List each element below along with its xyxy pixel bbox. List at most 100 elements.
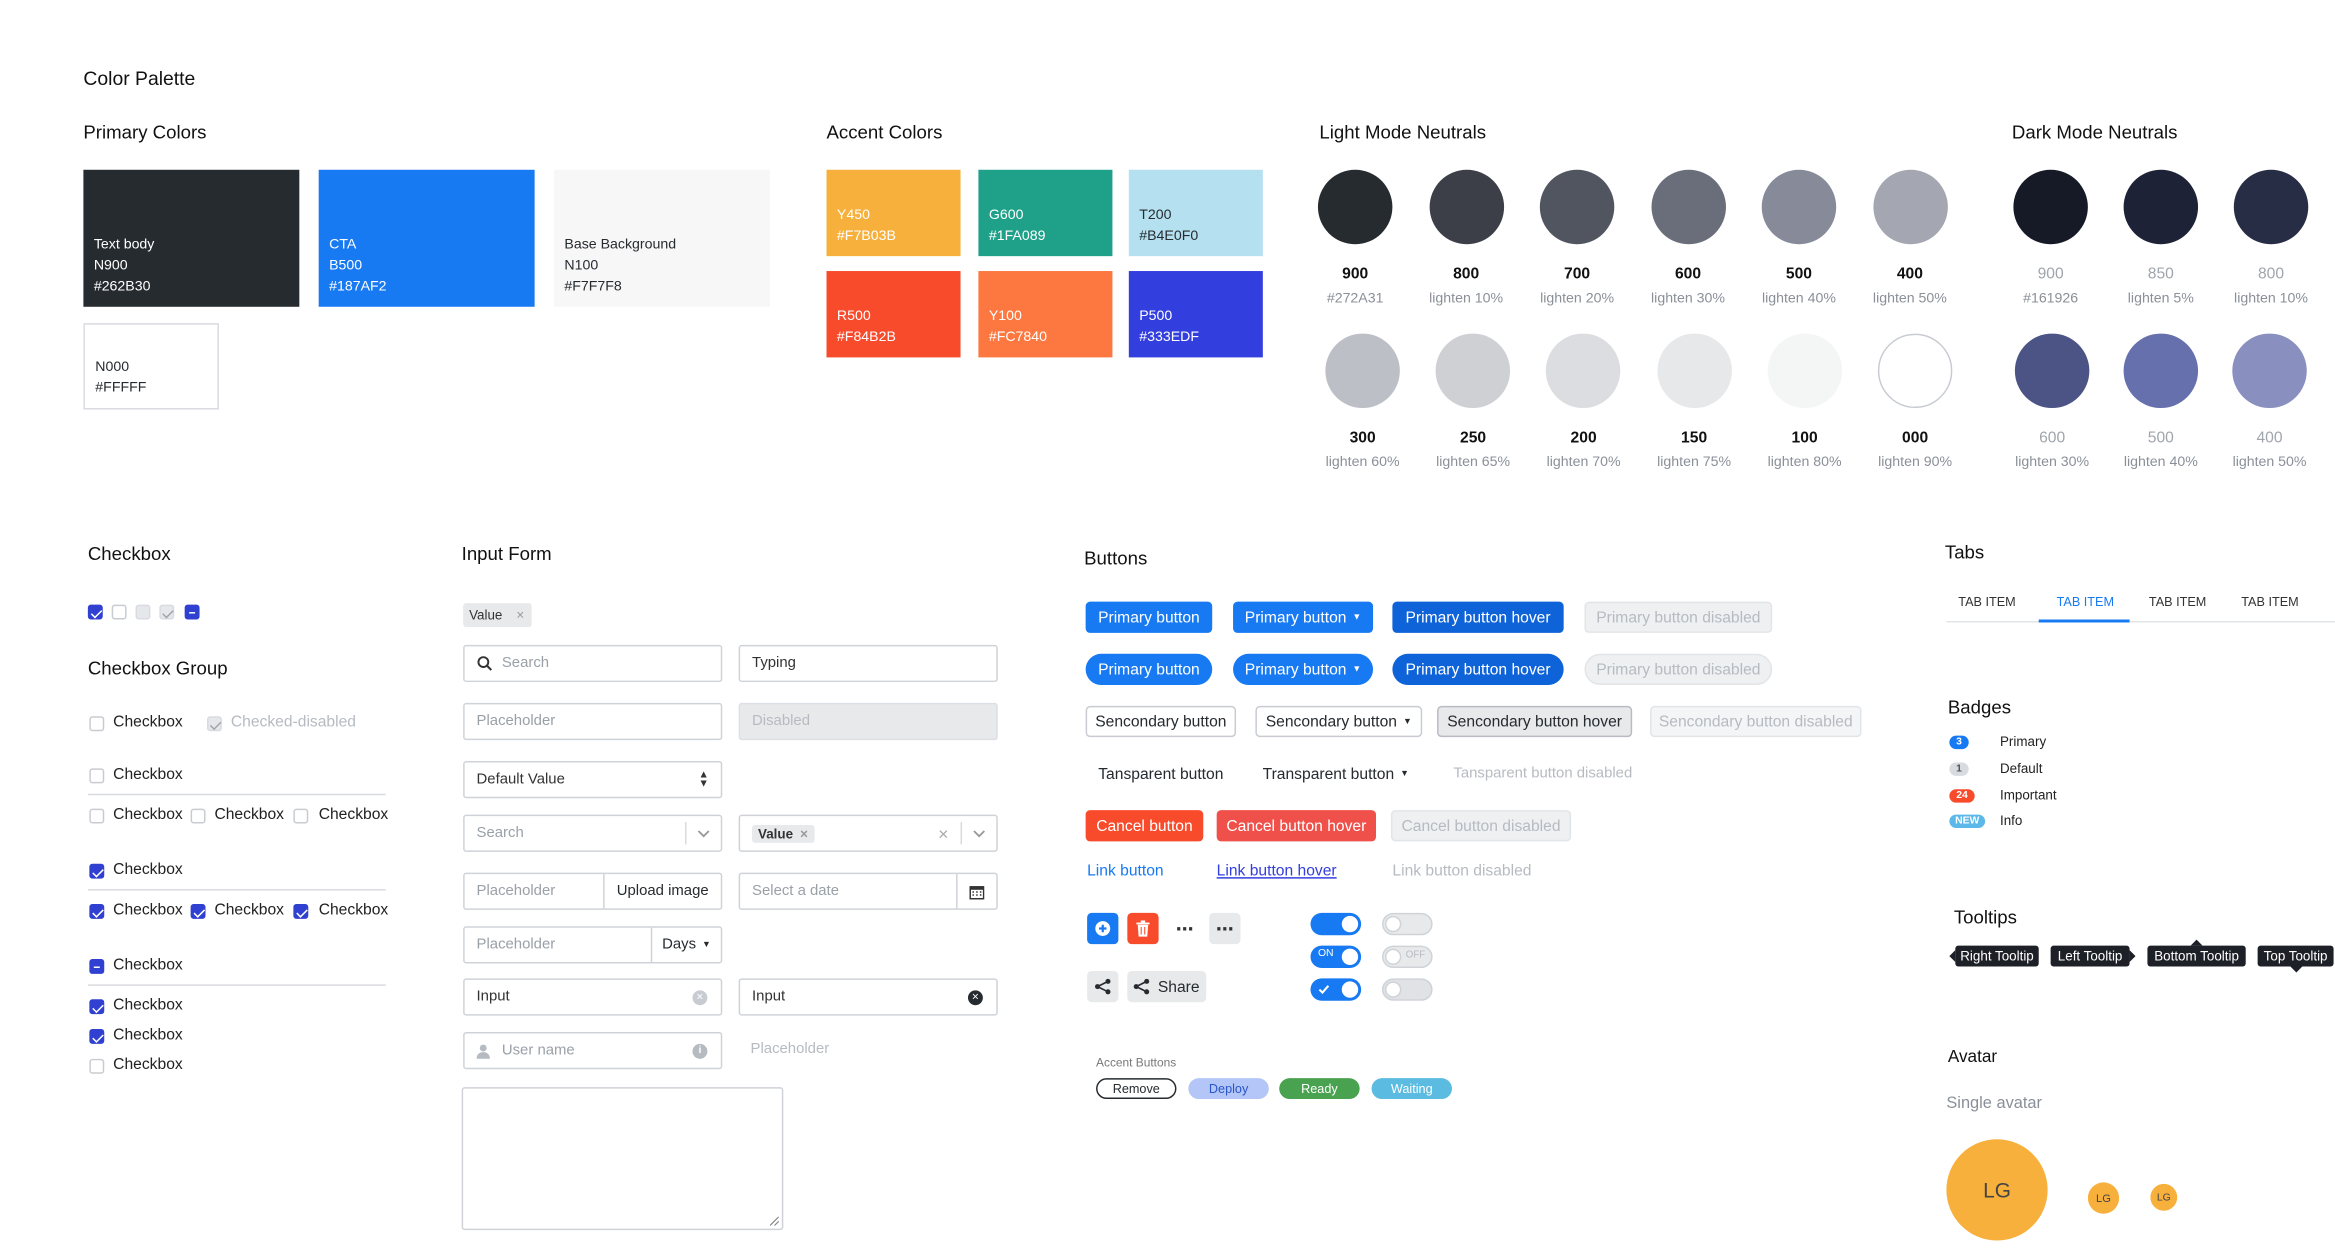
- light-neutral-shade-sub: lighten 90%: [1878, 454, 1953, 471]
- checkbox-indeterminate[interactable]: [184, 604, 200, 620]
- toggle-knob: [1341, 981, 1359, 998]
- toggle-on[interactable]: [1310, 912, 1362, 936]
- textarea[interactable]: [461, 1087, 784, 1231]
- secondary-button[interactable]: Sencondary button: [1085, 705, 1237, 738]
- checkbox[interactable]: [89, 1058, 105, 1074]
- chevron-down-icon[interactable]: [972, 829, 985, 838]
- checkbox-checked[interactable]: [87, 604, 103, 620]
- primary-button-hover[interactable]: Primary button hover: [1392, 601, 1564, 633]
- tooltip-text: Right Tooltip: [1960, 948, 2034, 964]
- divider: [87, 793, 386, 796]
- avatar-large[interactable]: LG: [1946, 1139, 2048, 1241]
- swatch-hex: #1FA089: [988, 227, 1046, 245]
- avatar-small[interactable]: LG: [2087, 1182, 2120, 1214]
- checkbox[interactable]: [190, 903, 206, 919]
- deploy-button[interactable]: Deploy: [1188, 1078, 1269, 1100]
- more-button[interactable]: ⋯: [1169, 913, 1200, 944]
- button-label: Primary button: [1244, 608, 1347, 627]
- info-icon[interactable]: i: [692, 1043, 708, 1059]
- input-clearable-active[interactable]: Input ×: [738, 978, 998, 1016]
- tab-item-4[interactable]: TAB ITEM: [2241, 594, 2298, 609]
- light-neutral-swatch-circle: [1317, 169, 1393, 245]
- secondary-button-hover[interactable]: Sencondary button hover: [1437, 705, 1633, 738]
- tab-item-1[interactable]: TAB ITEM: [1958, 594, 2015, 609]
- clear-icon[interactable]: ×: [938, 823, 948, 844]
- avatar-xsmall[interactable]: LG: [2150, 1183, 2178, 1211]
- username-input[interactable]: User name i: [463, 1032, 723, 1070]
- swatch-name: Base Background: [564, 236, 677, 254]
- checkbox[interactable]: [190, 808, 206, 824]
- dark-neutral-shade-sub: lighten 40%: [2123, 454, 2198, 471]
- primary-button[interactable]: Primary button: [1085, 601, 1213, 633]
- tab-item-3[interactable]: TAB ITEM: [2149, 594, 2206, 609]
- more-button-hover[interactable]: ⋯: [1209, 912, 1241, 945]
- clear-icon[interactable]: ×: [967, 989, 983, 1005]
- primary-dropdown-button[interactable]: Primary button ▼: [1233, 601, 1374, 633]
- checkbox[interactable]: [89, 716, 105, 732]
- checkbox-label: Checkbox: [113, 713, 183, 732]
- light-neutral-swatch-circle: [1761, 169, 1837, 245]
- tag: Value ×: [752, 824, 814, 843]
- checkbox[interactable]: [89, 768, 105, 784]
- chevron-down-icon[interactable]: [697, 829, 710, 838]
- checkbox[interactable]: [293, 903, 309, 919]
- toggle-on-check[interactable]: [1310, 978, 1362, 1001]
- primary-button-hover-round[interactable]: Primary button hover: [1392, 653, 1564, 686]
- ready-button[interactable]: Ready: [1279, 1078, 1360, 1100]
- dark-neutral-swatch-circle: [2014, 333, 2090, 409]
- waiting-button[interactable]: Waiting: [1371, 1078, 1452, 1100]
- link-button-hover[interactable]: Link button hover: [1217, 862, 1337, 880]
- secondary-dropdown-button[interactable]: Sencondary button ▼: [1255, 705, 1423, 738]
- multi-select[interactable]: Value × ×: [738, 814, 998, 852]
- toggle-off-labeled[interactable]: OFF: [1381, 945, 1433, 968]
- cancel-button[interactable]: Cancel button: [1085, 810, 1204, 842]
- resize-handle-icon[interactable]: [769, 1216, 779, 1226]
- close-icon[interactable]: ×: [800, 826, 808, 841]
- checkbox[interactable]: [89, 1029, 105, 1044]
- search-input[interactable]: Search: [463, 644, 723, 683]
- primary-button-round[interactable]: Primary button: [1085, 653, 1213, 686]
- tab-item-2-active[interactable]: TAB ITEM: [2057, 594, 2114, 609]
- clear-icon[interactable]: ×: [692, 989, 708, 1005]
- checkbox[interactable]: [89, 903, 105, 919]
- select-input[interactable]: Default Value ▲ ▼: [463, 760, 723, 799]
- button-label: Primary button: [1244, 660, 1347, 679]
- checkbox[interactable]: [89, 863, 105, 879]
- upload-input[interactable]: Placeholder Upload image: [463, 872, 723, 910]
- days-input[interactable]: Placeholder Days ▼: [463, 926, 723, 964]
- date-input[interactable]: Select a date: [738, 872, 998, 910]
- checkbox-unchecked[interactable]: [111, 604, 127, 620]
- delete-button[interactable]: [1127, 912, 1159, 945]
- toggle-off[interactable]: [1381, 912, 1433, 936]
- close-icon[interactable]: ×: [516, 608, 524, 623]
- input-clearable[interactable]: Input ×: [463, 978, 723, 1016]
- remove-button[interactable]: Remove: [1096, 1078, 1177, 1100]
- link-button[interactable]: Link button: [1087, 862, 1164, 880]
- transparent-button[interactable]: Tansparent button: [1086, 758, 1236, 789]
- checkbox[interactable]: [89, 999, 105, 1015]
- top-tooltip: Top Tooltip: [2257, 945, 2334, 973]
- share-icon-button[interactable]: [1087, 970, 1119, 1003]
- add-button[interactable]: [1087, 912, 1119, 945]
- badge-important: 24: [1949, 789, 1975, 803]
- cancel-button-hover[interactable]: Cancel button hover: [1216, 810, 1377, 842]
- days-dropdown[interactable]: Days ▼: [650, 927, 721, 963]
- primary-dropdown-button-round[interactable]: Primary button ▼: [1233, 653, 1374, 686]
- checkbox-indeterminate[interactable]: [89, 959, 105, 974]
- text-input[interactable]: Typing: [738, 644, 998, 683]
- upload-image-button[interactable]: Upload image: [603, 874, 721, 909]
- badge-label: Primary: [1999, 734, 2047, 750]
- share-button[interactable]: Share: [1127, 970, 1207, 1003]
- swatch-b500: CTA B500 #187AF2: [318, 169, 535, 307]
- transparent-dropdown-button[interactable]: Transparent button ▼: [1255, 758, 1416, 789]
- checkbox[interactable]: [89, 808, 105, 824]
- toggle-on-labeled[interactable]: ON: [1310, 945, 1362, 968]
- badge-primary: 3: [1949, 735, 1969, 750]
- primary-colors-title: Primary Colors: [83, 122, 207, 143]
- checkbox[interactable]: [293, 808, 309, 824]
- calendar-button[interactable]: [956, 874, 996, 909]
- placeholder-input[interactable]: Placeholder: [463, 702, 723, 741]
- disabled-input: Disabled: [738, 702, 998, 741]
- badge-default: 1: [1949, 762, 1969, 776]
- search-select[interactable]: Search: [463, 814, 723, 852]
